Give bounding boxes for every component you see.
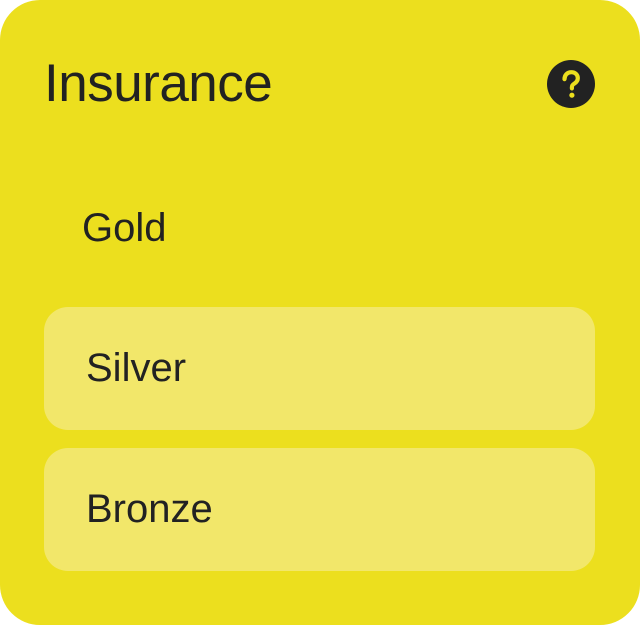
option-silver[interactable]: Silver bbox=[44, 307, 595, 430]
option-bronze[interactable]: Bronze bbox=[44, 448, 595, 571]
insurance-card: Insurance Gold Silver Bronze bbox=[0, 0, 640, 625]
card-title: Insurance bbox=[44, 54, 273, 113]
option-label: Silver bbox=[86, 346, 187, 390]
option-label: Bronze bbox=[86, 487, 213, 531]
option-label: Gold bbox=[82, 206, 167, 250]
help-button[interactable] bbox=[547, 60, 595, 108]
option-gold[interactable]: Gold bbox=[44, 167, 595, 290]
help-icon bbox=[562, 70, 580, 98]
